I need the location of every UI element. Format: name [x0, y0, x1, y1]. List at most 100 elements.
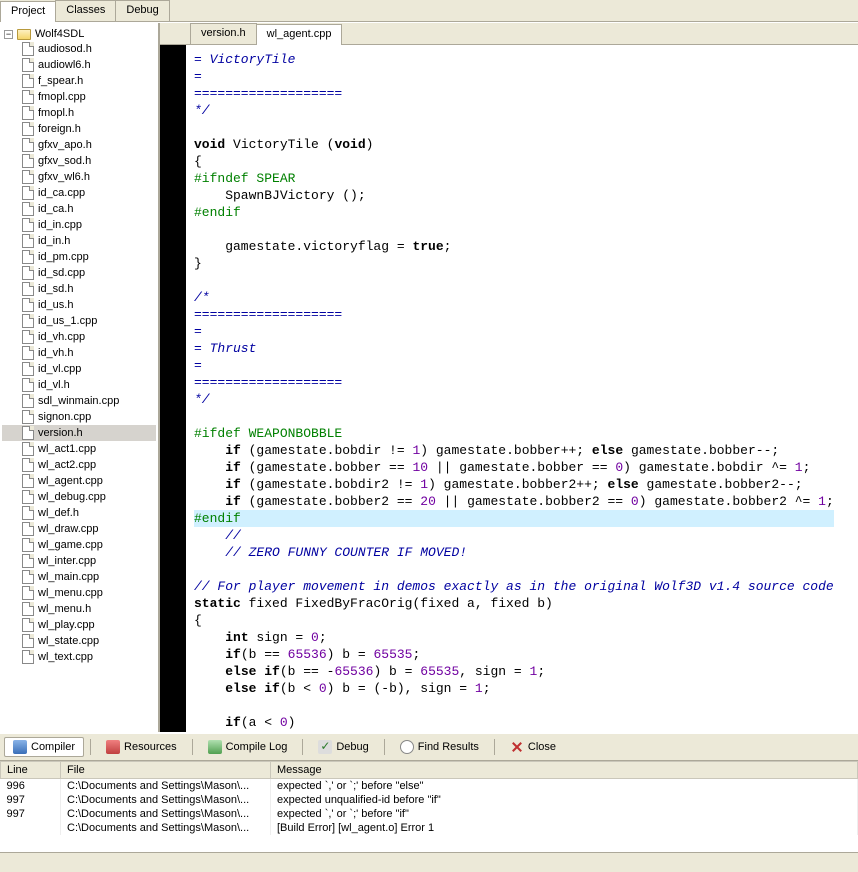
- collapse-icon[interactable]: −: [4, 30, 13, 39]
- file-item[interactable]: gfxv_sod.h: [2, 153, 156, 169]
- file-item[interactable]: wl_state.cpp: [2, 633, 156, 649]
- file-item[interactable]: fmopl.cpp: [2, 89, 156, 105]
- file-item[interactable]: wl_debug.cpp: [2, 489, 156, 505]
- file-item[interactable]: wl_draw.cpp: [2, 521, 156, 537]
- error-panel[interactable]: Line File Message 996C:\Documents and Se…: [0, 760, 858, 852]
- file-icon: [22, 106, 34, 120]
- table-row[interactable]: 997C:\Documents and Settings\Mason\...ex…: [1, 793, 858, 807]
- file-label: wl_def.h: [38, 507, 79, 519]
- tab-resources[interactable]: Resources: [97, 737, 186, 757]
- col-line[interactable]: Line: [1, 762, 61, 779]
- file-label: id_us.h: [38, 299, 73, 311]
- file-label: wl_state.cpp: [38, 635, 99, 647]
- cell-msg: expected `,' or `;' before "else": [271, 779, 858, 794]
- file-item[interactable]: id_us.h: [2, 297, 156, 313]
- col-message[interactable]: Message: [271, 762, 858, 779]
- file-item[interactable]: id_vh.cpp: [2, 329, 156, 345]
- tab-classes[interactable]: Classes: [55, 0, 116, 21]
- debug-icon: [318, 740, 332, 754]
- code-editor[interactable]: = VictoryTile = =================== */ v…: [160, 45, 858, 732]
- tab-bottom-debug[interactable]: Debug: [309, 737, 377, 757]
- file-item[interactable]: id_in.cpp: [2, 217, 156, 233]
- cell-file: C:\Documents and Settings\Mason\...: [61, 807, 271, 821]
- project-tree[interactable]: − Wolf4SDL audiosod.h audiowl6.hf_spear.h…: [0, 23, 160, 732]
- file-icon: [22, 458, 34, 472]
- file-item[interactable]: f_spear.h: [2, 73, 156, 89]
- file-item[interactable]: wl_menu.cpp: [2, 585, 156, 601]
- file-item[interactable]: wl_menu.h: [2, 601, 156, 617]
- file-label: wl_menu.h: [38, 603, 91, 615]
- file-icon: [22, 154, 34, 168]
- file-label: fmopl.h: [38, 107, 74, 119]
- file-item[interactable]: id_vh.h: [2, 345, 156, 361]
- file-item[interactable]: id_in.h: [2, 233, 156, 249]
- file-label: gfxv_apo.h: [38, 139, 92, 151]
- file-item[interactable]: id_vl.h: [2, 377, 156, 393]
- file-item[interactable]: wl_main.cpp: [2, 569, 156, 585]
- file-label: id_ca.h: [38, 203, 73, 215]
- file-item[interactable]: signon.cpp: [2, 409, 156, 425]
- file-item[interactable]: wl_def.h: [2, 505, 156, 521]
- file-icon: [22, 218, 34, 232]
- file-icon: [22, 250, 34, 264]
- file-label: wl_play.cpp: [38, 619, 95, 631]
- file-icon: [22, 570, 34, 584]
- file-icon: [22, 426, 34, 440]
- file-icon: [22, 346, 34, 360]
- file-label: version.h: [38, 427, 83, 439]
- file-item[interactable]: wl_act2.cpp: [2, 457, 156, 473]
- file-item[interactable]: id_pm.cpp: [2, 249, 156, 265]
- file-label: wl_inter.cpp: [38, 555, 96, 567]
- file-icon: [22, 234, 34, 248]
- file-icon: [22, 330, 34, 344]
- editor-tab-version[interactable]: version.h: [190, 23, 257, 44]
- table-row[interactable]: 997C:\Documents and Settings\Mason\...ex…: [1, 807, 858, 821]
- file-icon: [22, 58, 34, 72]
- editor-tab-bar: version.h wl_agent.cpp: [160, 23, 858, 45]
- file-item[interactable]: sdl_winmain.cpp: [2, 393, 156, 409]
- close-icon: [510, 740, 524, 754]
- file-item[interactable]: wl_game.cpp: [2, 537, 156, 553]
- file-item[interactable]: wl_text.cpp: [2, 649, 156, 665]
- file-icon: [22, 74, 34, 88]
- file-item[interactable]: wl_act1.cpp: [2, 441, 156, 457]
- tab-compiler[interactable]: Compiler: [4, 737, 84, 757]
- file-item[interactable]: audiowl6.h: [2, 57, 156, 73]
- tab-debug[interactable]: Debug: [115, 0, 169, 21]
- tab-compile-log[interactable]: Compile Log: [199, 737, 297, 757]
- file-label: wl_main.cpp: [38, 571, 99, 583]
- col-file[interactable]: File: [61, 762, 271, 779]
- project-root[interactable]: − Wolf4SDL: [2, 27, 156, 41]
- file-item[interactable]: id_vl.cpp: [2, 361, 156, 377]
- file-item[interactable]: id_us_1.cpp: [2, 313, 156, 329]
- bottom-tab-bar: Compiler Resources Compile Log Debug Fin…: [0, 732, 858, 760]
- file-item[interactable]: gfxv_apo.h: [2, 137, 156, 153]
- file-item[interactable]: foreign.h: [2, 121, 156, 137]
- tab-project[interactable]: Project: [0, 1, 56, 22]
- file-icon: [22, 538, 34, 552]
- tab-find-results[interactable]: Find Results: [391, 737, 488, 757]
- file-icon: [22, 202, 34, 216]
- cell-msg: expected unqualified-id before "if": [271, 793, 858, 807]
- file-item[interactable]: version.h: [2, 425, 156, 441]
- editor-tab-wlagent[interactable]: wl_agent.cpp: [256, 24, 343, 45]
- file-item[interactable]: id_ca.cpp: [2, 185, 156, 201]
- table-row[interactable]: C:\Documents and Settings\Mason\...[Buil…: [1, 821, 858, 835]
- file-label: audiosod.h: [38, 43, 92, 55]
- file-item[interactable]: wl_play.cpp: [2, 617, 156, 633]
- file-icon: [22, 170, 34, 184]
- table-row[interactable]: 996C:\Documents and Settings\Mason\...ex…: [1, 779, 858, 794]
- file-item[interactable]: wl_agent.cpp: [2, 473, 156, 489]
- file-item[interactable]: gfxv_wl6.h: [2, 169, 156, 185]
- file-item[interactable]: fmopl.h: [2, 105, 156, 121]
- file-icon: [22, 474, 34, 488]
- file-item[interactable]: audiosod.h: [2, 41, 156, 57]
- file-item[interactable]: wl_inter.cpp: [2, 553, 156, 569]
- file-label: id_sd.cpp: [38, 267, 85, 279]
- file-item[interactable]: id_sd.h: [2, 281, 156, 297]
- file-item[interactable]: id_ca.h: [2, 201, 156, 217]
- code-content[interactable]: = VictoryTile = =================== */ v…: [186, 45, 838, 732]
- tab-close[interactable]: Close: [501, 737, 565, 757]
- file-item[interactable]: id_sd.cpp: [2, 265, 156, 281]
- file-label: id_us_1.cpp: [38, 315, 97, 327]
